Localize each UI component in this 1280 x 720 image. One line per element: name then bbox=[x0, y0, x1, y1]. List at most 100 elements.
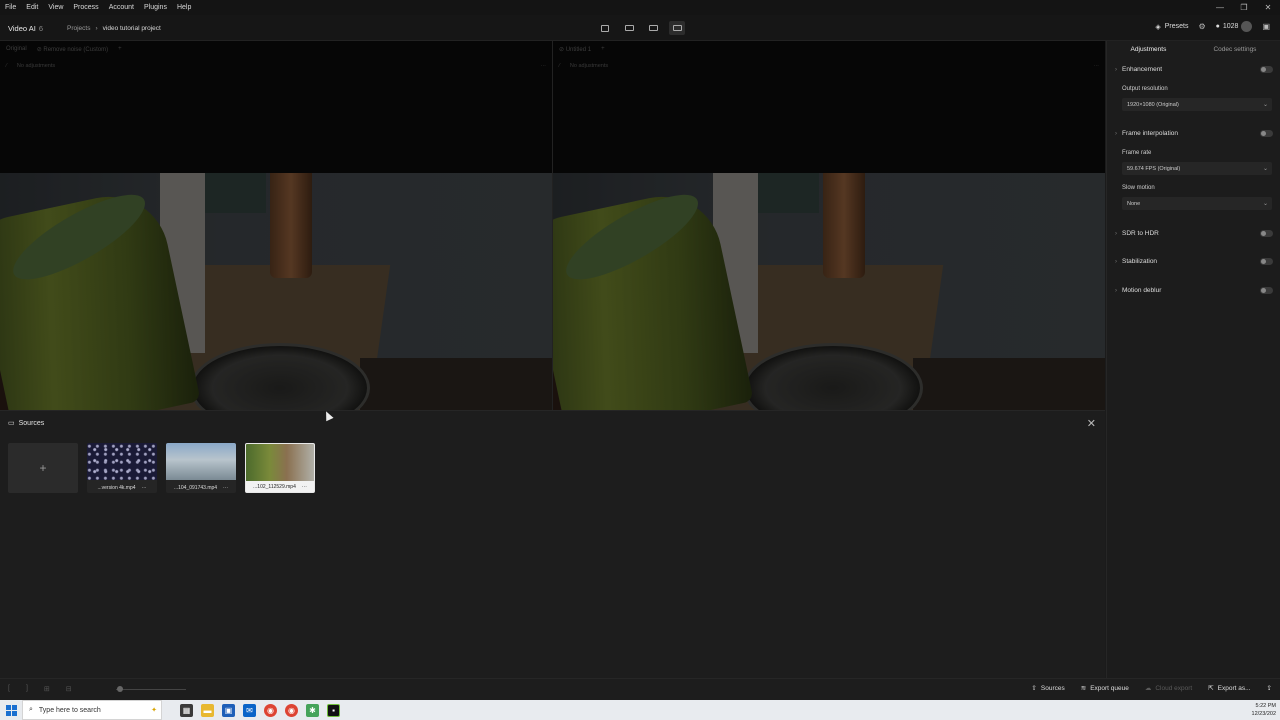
mark-in-icon[interactable]: [ bbox=[8, 685, 10, 693]
section-sdr-to-hdr[interactable]: › SDR to HDR bbox=[1115, 230, 1273, 237]
zoom-slider-handle[interactable] bbox=[117, 686, 123, 692]
tab-remove-noise[interactable]: ⊘ Remove noise (Custom) bbox=[37, 46, 108, 53]
credits-badge[interactable]: ● 1028 bbox=[1216, 21, 1253, 32]
slow-motion-select[interactable]: None ⌄ bbox=[1122, 197, 1272, 210]
export-queue-button[interactable]: ≋ Export queue bbox=[1081, 684, 1129, 693]
export-as-button[interactable]: ⇱ Export as... bbox=[1208, 684, 1250, 693]
tab-original[interactable]: Original bbox=[6, 46, 27, 52]
source-item[interactable]: ...version 4k.mp4 ··· bbox=[87, 443, 157, 493]
menu-file[interactable]: File bbox=[0, 0, 21, 15]
video-frame-original[interactable] bbox=[0, 173, 552, 410]
trim-end-icon[interactable]: ⊟ bbox=[66, 685, 72, 693]
video-ai-icon[interactable]: ▪ bbox=[327, 703, 340, 717]
video-frame-processed[interactable] bbox=[553, 173, 1105, 410]
view-side-by-side-button[interactable] bbox=[669, 21, 685, 35]
section-frame-interpolation[interactable]: › Frame interpolation bbox=[1115, 130, 1273, 137]
view-crop-button[interactable] bbox=[597, 21, 613, 35]
filter-icon: ⊘ bbox=[559, 46, 566, 53]
frame-rate-select[interactable]: 59.674 FPS (Original) ⌄ bbox=[1122, 162, 1272, 175]
more-icon[interactable]: ··· bbox=[1094, 63, 1100, 69]
sources-button-label: Sources bbox=[1040, 684, 1065, 692]
motion-deblur-toggle[interactable] bbox=[1260, 287, 1273, 294]
view-single-button[interactable] bbox=[621, 21, 637, 35]
taskbar-search-input[interactable]: ⌕ Type here to search ✦ bbox=[22, 700, 162, 720]
cloud-icon: ☁ bbox=[1144, 685, 1152, 692]
search-icon: ⌕ bbox=[29, 706, 33, 713]
bottom-toolbar: [ ] ⊞ ⊟ ⇧ Sources ≋ Export queue ☁ Cloud… bbox=[0, 678, 1280, 700]
file-explorer-icon[interactable]: ▬ bbox=[201, 703, 214, 717]
tab-adjustments[interactable]: Adjustments bbox=[1131, 46, 1167, 53]
menu-account[interactable]: Account bbox=[104, 0, 139, 15]
sources-button[interactable]: ⇧ Sources bbox=[1031, 684, 1065, 693]
add-source-button[interactable]: + bbox=[8, 443, 78, 493]
cloud-export-label: Cloud export bbox=[1155, 684, 1193, 692]
enhancement-toggle[interactable] bbox=[1260, 66, 1273, 73]
output-resolution-value: 1920×1080 (Original) bbox=[1127, 101, 1179, 108]
panel-toggle-icon[interactable]: ▣ bbox=[1262, 22, 1270, 31]
section-stabilization[interactable]: › Stabilization bbox=[1115, 258, 1273, 265]
minimize-icon[interactable]: — bbox=[1208, 0, 1232, 15]
source-item-selected[interactable]: ...102_112529.mp4 ··· bbox=[245, 443, 315, 493]
gear-icon[interactable]: ⚙ bbox=[1198, 22, 1205, 31]
slow-motion-value: None bbox=[1127, 200, 1141, 207]
menu-help[interactable]: Help bbox=[172, 0, 196, 15]
mail-icon[interactable]: ✉ bbox=[243, 703, 256, 717]
tab-untitled-label: Untitled 1 bbox=[565, 46, 592, 53]
more-icon[interactable]: ··· bbox=[302, 484, 307, 490]
chevron-down-icon: ⌄ bbox=[1262, 201, 1268, 207]
menu-edit[interactable]: Edit bbox=[21, 0, 43, 15]
restore-icon[interactable]: ❐ bbox=[1232, 0, 1256, 15]
frame-rate-label: Frame rate bbox=[1122, 150, 1152, 156]
close-icon[interactable]: ✕ bbox=[1087, 417, 1096, 430]
task-view-icon[interactable]: ▦ bbox=[180, 703, 193, 717]
store-icon[interactable]: ▣ bbox=[222, 703, 235, 717]
source-item-label: ...version 4k.mp4 ··· bbox=[87, 485, 157, 491]
more-icon[interactable]: ··· bbox=[223, 485, 228, 491]
menu-plugins[interactable]: Plugins bbox=[139, 0, 172, 15]
windows-start-icon[interactable] bbox=[0, 700, 22, 720]
source-thumbnail-image bbox=[87, 443, 157, 480]
more-icon[interactable]: ··· bbox=[541, 63, 547, 69]
add-tab-icon[interactable]: + bbox=[118, 46, 122, 52]
menu-view[interactable]: View bbox=[43, 0, 68, 15]
view-split-button[interactable] bbox=[645, 21, 661, 35]
presets-button[interactable]: ◈ Presets bbox=[1155, 23, 1188, 31]
share-icon[interactable]: ⇪ bbox=[1267, 684, 1272, 692]
menu-process[interactable]: Process bbox=[68, 0, 103, 15]
stabilization-toggle[interactable] bbox=[1260, 258, 1273, 265]
zoom-slider-track[interactable] bbox=[116, 689, 186, 690]
chevron-right-icon: › bbox=[1115, 66, 1117, 73]
chrome-icon[interactable]: ◉ bbox=[264, 703, 277, 717]
presets-icon: ◈ bbox=[1155, 23, 1161, 31]
taskbar-clock[interactable]: 5:22 PM 12/23/202 bbox=[1252, 702, 1276, 718]
section-enhancement[interactable]: › Enhancement bbox=[1115, 66, 1273, 73]
sparkle-icon: ✦ bbox=[151, 707, 157, 714]
avatar[interactable] bbox=[1241, 21, 1253, 32]
taskbar-apps: ▦ ▬ ▣ ✉ ◉ ◉ ✱ ▪ bbox=[180, 703, 340, 717]
add-tab-icon[interactable]: + bbox=[601, 46, 605, 52]
preview-pane-left[interactable]: Original ⊘ Remove noise (Custom) + ⁄ No … bbox=[0, 41, 552, 410]
trim-start-icon[interactable]: ⊞ bbox=[44, 685, 50, 693]
preview-pane-right[interactable]: ⊘ Untitled 1 + ⁄ No adjustments ··· bbox=[553, 41, 1105, 410]
section-motion-deblur[interactable]: › Motion deblur bbox=[1115, 287, 1273, 294]
sources-panel: ▭ Sources ✕ + ...version 4k.mp4 ··· ...1… bbox=[0, 410, 1105, 678]
chrome-icon-2[interactable]: ◉ bbox=[285, 703, 298, 717]
cloud-export-button[interactable]: ☁ Cloud export bbox=[1144, 684, 1193, 693]
upload-icon: ⇧ bbox=[1031, 685, 1037, 692]
close-window-icon[interactable]: ✕ bbox=[1256, 0, 1280, 15]
tab-untitled[interactable]: ⊘ Untitled 1 bbox=[559, 46, 591, 53]
presets-label: Presets bbox=[1164, 23, 1189, 30]
bottom-actions: ⇧ Sources ≋ Export queue ☁ Cloud export … bbox=[1031, 684, 1272, 693]
frame-interpolation-toggle[interactable] bbox=[1260, 130, 1273, 137]
source-item[interactable]: ...104_091743.mp4 ··· bbox=[166, 443, 236, 493]
preview-divider[interactable] bbox=[552, 41, 553, 410]
enhancement-label: Enhancement bbox=[1122, 66, 1163, 73]
mark-out-icon[interactable]: ] bbox=[26, 685, 28, 693]
output-resolution-select[interactable]: 1920×1080 (Original) ⌄ bbox=[1122, 98, 1272, 111]
app-icon[interactable]: ✱ bbox=[306, 703, 319, 717]
pane-tabs-right: ⊘ Untitled 1 + bbox=[553, 41, 1105, 57]
breadcrumb-projects[interactable]: Projects bbox=[67, 25, 90, 32]
tab-codec-settings[interactable]: Codec settings bbox=[1213, 46, 1256, 53]
more-icon[interactable]: ··· bbox=[142, 485, 147, 491]
sdr-to-hdr-toggle[interactable] bbox=[1260, 230, 1273, 237]
